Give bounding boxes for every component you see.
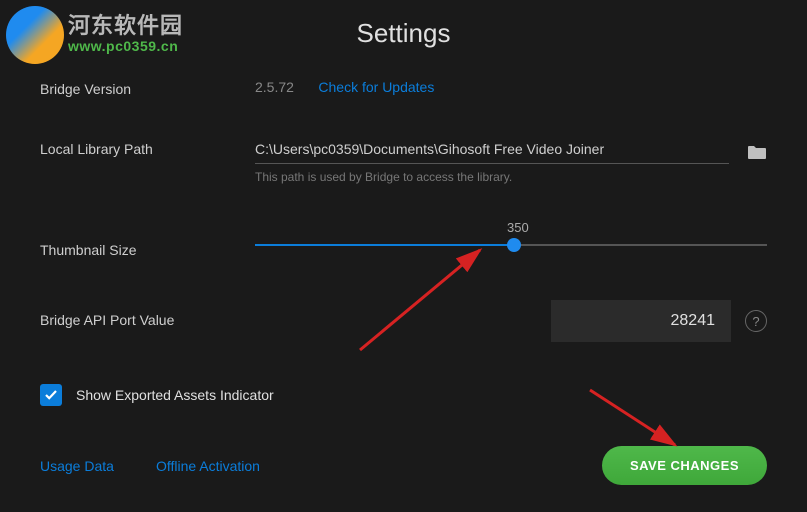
watermark-text-cn: 河东软件园 <box>68 8 183 40</box>
usage-data-link[interactable]: Usage Data <box>40 458 114 474</box>
library-path-hint: This path is used by Bridge to access th… <box>255 170 767 184</box>
thumbnail-size-label: Thumbnail Size <box>40 226 255 258</box>
check-updates-link[interactable]: Check for Updates <box>318 79 434 95</box>
watermark-logo: 河东软件园 www.pc0359.cn <box>2 2 202 74</box>
help-icon[interactable]: ? <box>745 310 767 332</box>
bridge-version-label: Bridge Version <box>40 79 255 97</box>
folder-icon[interactable] <box>747 144 767 160</box>
exported-assets-label: Show Exported Assets Indicator <box>76 387 274 403</box>
slider-thumb[interactable] <box>507 238 521 252</box>
exported-assets-checkbox[interactable] <box>40 384 62 406</box>
offline-activation-link[interactable]: Offline Activation <box>156 458 260 474</box>
bridge-version-value: 2.5.72 <box>255 79 294 95</box>
thumbnail-size-value: 350 <box>507 220 529 235</box>
port-input[interactable] <box>551 300 731 342</box>
save-changes-button[interactable]: SAVE CHANGES <box>602 446 767 485</box>
library-path-label: Local Library Path <box>40 139 255 157</box>
thumbnail-size-slider[interactable]: 350 <box>255 226 767 246</box>
library-path-input[interactable] <box>255 139 729 164</box>
port-label: Bridge API Port Value <box>40 300 255 328</box>
watermark-url: www.pc0359.cn <box>68 38 178 54</box>
